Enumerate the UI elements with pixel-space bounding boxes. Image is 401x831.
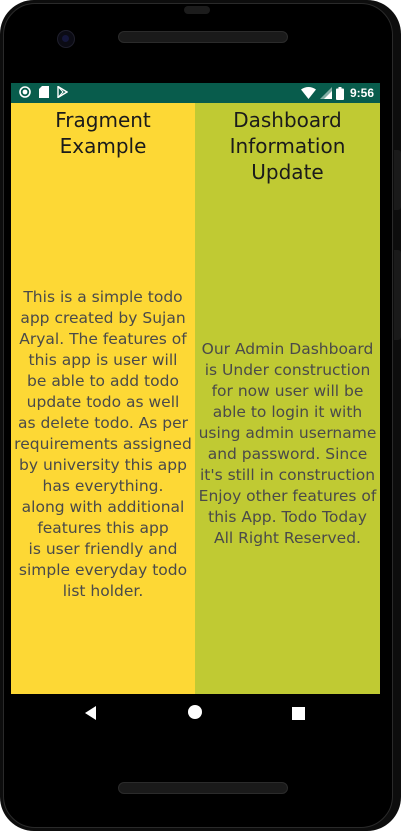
home-button[interactable] [185, 704, 205, 724]
device-screen: 9:56 Fragment Example This is a simple t… [11, 83, 380, 734]
sd-card-icon [39, 86, 49, 98]
home-icon [187, 704, 203, 724]
fragment-container: Fragment Example This is a simple todo a… [11, 103, 380, 694]
dashboard-info-title: Dashboard Information Update [229, 108, 346, 184]
wifi-icon [300, 87, 316, 99]
notification-dot-icon [19, 86, 31, 98]
fragment-example-body: This is a simple todo app created by Suj… [14, 288, 192, 600]
navigation-bar [11, 694, 380, 734]
play-store-icon [57, 86, 68, 98]
volume-button [394, 250, 401, 340]
signal-icon [319, 87, 332, 99]
bottom-speaker [118, 782, 288, 794]
earpiece-speaker [118, 31, 288, 43]
recents-button[interactable] [288, 704, 308, 724]
status-left-icons [19, 86, 68, 98]
battery-icon [335, 86, 344, 100]
status-right-icons: 9:56 [300, 85, 374, 101]
back-button[interactable] [81, 704, 101, 724]
back-icon [84, 705, 98, 724]
status-bar: 9:56 [11, 83, 380, 103]
phone-frame: 9:56 Fragment Example This is a simple t… [0, 0, 401, 831]
recents-icon [291, 705, 305, 724]
fragment-example-title: Fragment Example [55, 108, 151, 158]
fragment-example-pane: Fragment Example This is a simple todo a… [11, 103, 195, 694]
front-camera [57, 30, 75, 48]
top-notch [184, 6, 210, 14]
status-clock: 9:56 [349, 86, 374, 100]
dashboard-info-body: Our Admin Dashboard is Under constructio… [198, 340, 377, 547]
dashboard-info-pane: Dashboard Information Update Our Admin D… [195, 103, 380, 694]
power-button [394, 150, 401, 210]
